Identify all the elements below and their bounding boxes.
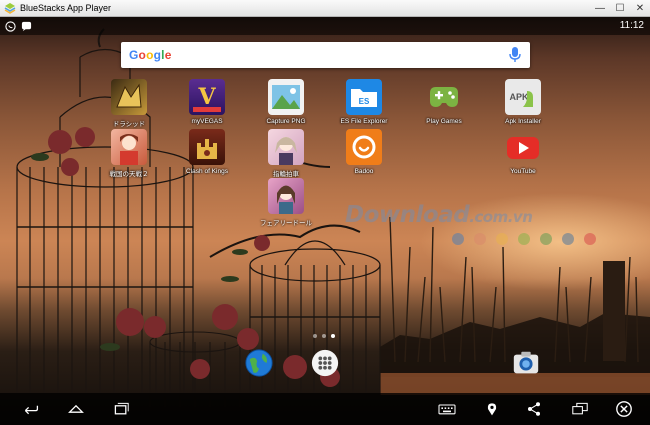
dragon-game-icon bbox=[111, 79, 147, 115]
app-sengoku[interactable]: 戦国の天戦２ bbox=[99, 129, 159, 178]
search-input[interactable] bbox=[177, 45, 508, 65]
google-logo: Google bbox=[129, 48, 172, 62]
app-label: Clash of Kings bbox=[186, 168, 228, 175]
whatsapp-notification-icon bbox=[5, 20, 16, 32]
app-yubiwa[interactable]: 指輪拍車 bbox=[256, 129, 316, 178]
watermark-dot bbox=[584, 233, 596, 245]
castle-game-icon bbox=[189, 129, 225, 165]
app-dragon[interactable]: ドラシッド bbox=[99, 79, 159, 128]
minimize-button[interactable]: — bbox=[590, 1, 610, 16]
app-youtube[interactable]: YouTube bbox=[493, 129, 553, 175]
window-title: BlueStacks App Player bbox=[20, 3, 112, 13]
slots-icon: V bbox=[189, 79, 225, 115]
app-play-games[interactable]: Play Games bbox=[414, 79, 474, 125]
watermark-dot bbox=[518, 233, 530, 245]
watermark-dot bbox=[496, 233, 508, 245]
app-label: YouTube bbox=[510, 168, 536, 175]
app-label: ES File Explorer bbox=[340, 118, 388, 125]
app-label: 戦国の天戦２ bbox=[109, 171, 149, 178]
share-icon[interactable] bbox=[523, 399, 545, 419]
youtube-icon bbox=[505, 129, 541, 165]
screen-mirror-icon[interactable] bbox=[569, 399, 591, 419]
camera-icon[interactable] bbox=[510, 347, 542, 379]
svg-text:APK: APK bbox=[509, 92, 529, 102]
app-label: Capture PNG bbox=[266, 118, 306, 125]
back-icon[interactable] bbox=[20, 399, 42, 419]
app-drawer-icon[interactable] bbox=[309, 347, 341, 379]
status-time: 11:12 bbox=[619, 20, 644, 31]
app-apk-installer[interactable]: APK Apk Installer bbox=[493, 79, 553, 125]
folder-icon: ES bbox=[346, 79, 382, 115]
home-icon[interactable] bbox=[65, 399, 87, 419]
anime-game-icon bbox=[268, 178, 304, 214]
app-label: フェアリードール bbox=[260, 220, 312, 227]
app-label: myVEGAS bbox=[191, 118, 223, 125]
badoo-icon bbox=[346, 129, 382, 165]
app-label: Badoo bbox=[354, 168, 374, 175]
navigation-bar bbox=[0, 393, 650, 425]
close-window-button[interactable]: ✕ bbox=[630, 1, 650, 16]
google-search-bar[interactable]: Google bbox=[121, 42, 530, 68]
close-circle-icon[interactable] bbox=[613, 399, 635, 419]
gamepad-icon bbox=[426, 79, 462, 115]
page-dot bbox=[313, 334, 317, 338]
location-icon[interactable] bbox=[481, 399, 503, 419]
status-bar: 11:12 bbox=[0, 17, 650, 35]
app-label: 指輪拍車 bbox=[273, 171, 299, 178]
page-dot-active bbox=[331, 334, 335, 338]
window-titlebar: BlueStacks App Player — ☐ ✕ bbox=[0, 0, 650, 17]
page-dot bbox=[322, 334, 326, 338]
app-label: Apk Installer bbox=[505, 118, 541, 125]
bluestacks-logo-icon bbox=[4, 3, 16, 14]
app-label: ドラシッド bbox=[112, 121, 146, 128]
browser-globe-icon[interactable] bbox=[243, 347, 275, 379]
watermark-dot bbox=[474, 233, 486, 245]
app-label: Play Games bbox=[426, 118, 462, 125]
keyboard-icon[interactable] bbox=[436, 399, 458, 419]
app-badoo[interactable]: Badoo bbox=[334, 129, 394, 175]
apk-icon: APK bbox=[505, 79, 541, 115]
download-watermark: Download.com.vn bbox=[345, 202, 533, 228]
svg-text:ES: ES bbox=[359, 97, 370, 106]
maximize-button[interactable]: ☐ bbox=[610, 1, 630, 16]
app-es-file-explorer[interactable]: ES ES File Explorer bbox=[334, 79, 394, 125]
watermark-dot bbox=[540, 233, 552, 245]
svg-text:V: V bbox=[197, 84, 216, 110]
mic-icon[interactable] bbox=[508, 46, 522, 64]
anime-game-icon bbox=[111, 129, 147, 165]
app-clash-of-kings[interactable]: Clash of Kings bbox=[177, 129, 237, 175]
anime-game-icon bbox=[268, 129, 304, 165]
watermark-dots bbox=[452, 233, 596, 245]
app-fairy-doll[interactable]: フェアリードール bbox=[256, 178, 316, 227]
app-capture-png[interactable]: Capture PNG bbox=[256, 79, 316, 125]
android-screen: 11:12 Google ドラシッド V myVEGAS Capture PNG… bbox=[0, 17, 650, 425]
watermark-dot bbox=[562, 233, 574, 245]
image-icon bbox=[268, 79, 304, 115]
app-myvegas[interactable]: V myVEGAS bbox=[177, 79, 237, 125]
recents-icon[interactable] bbox=[110, 399, 132, 419]
page-indicator bbox=[313, 334, 335, 338]
watermark-dot bbox=[452, 233, 464, 245]
chat-notification-icon bbox=[21, 21, 32, 31]
